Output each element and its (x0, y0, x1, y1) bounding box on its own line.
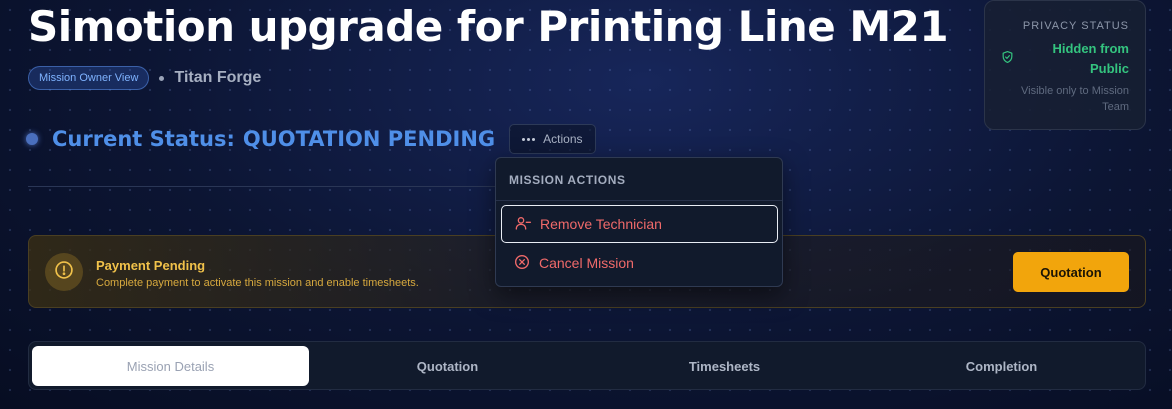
tab-quotation[interactable]: Quotation (309, 346, 586, 386)
cancel-mission-menu-item[interactable]: Cancel Mission (501, 244, 778, 282)
quotation-button[interactable]: Quotation (1013, 252, 1129, 292)
payment-description: Complete payment to activate this missio… (96, 277, 419, 289)
separator-dot (159, 75, 165, 81)
menu-item-label: Cancel Mission (539, 255, 634, 271)
warning-icon-badge (45, 253, 83, 291)
status-indicator-dot (26, 133, 38, 145)
user-minus-icon (515, 215, 531, 234)
organization-name: Titan Forge (174, 69, 262, 86)
menu-divider (496, 200, 782, 201)
mission-tabs: Mission Details Quotation Timesheets Com… (28, 341, 1146, 390)
status-prefix: Current Status: (52, 127, 235, 151)
privacy-note: Visible only to Mission Team (1020, 85, 1129, 113)
mission-actions-menu: MISSION ACTIONS Remove Technician Cancel… (495, 157, 783, 287)
actions-button[interactable]: Actions (509, 124, 596, 154)
menu-item-label: Remove Technician (540, 216, 662, 232)
tab-completion[interactable]: Completion (863, 346, 1140, 386)
status-value: QUOTATION PENDING (242, 127, 496, 151)
remove-technician-menu-item[interactable]: Remove Technician (501, 205, 778, 243)
alert-circle-icon (54, 260, 74, 285)
owner-view-badge: Mission Owner View (28, 66, 150, 90)
shield-check-icon (1001, 50, 1014, 69)
payment-title: Payment Pending (96, 258, 206, 273)
tab-timesheets[interactable]: Timesheets (586, 346, 863, 386)
privacy-status-card: PRIVACY STATUS Hidden from Public Visibl… (984, 0, 1146, 130)
status-row: Current Status: QUOTATION PENDING Action… (26, 124, 596, 154)
privacy-heading: PRIVACY STATUS (1022, 20, 1129, 32)
tab-mission-details[interactable]: Mission Details (32, 346, 309, 386)
more-horizontal-icon (522, 137, 536, 141)
menu-heading: MISSION ACTIONS (509, 173, 626, 187)
mission-meta: Mission Owner View Titan Forge (28, 66, 261, 90)
privacy-state: Hidden from Public (1052, 41, 1129, 76)
section-divider (28, 186, 498, 187)
actions-button-label: Actions (543, 132, 583, 146)
page-title: Simotion upgrade for Printing Line M21 (28, 2, 949, 51)
x-circle-icon (514, 254, 530, 273)
